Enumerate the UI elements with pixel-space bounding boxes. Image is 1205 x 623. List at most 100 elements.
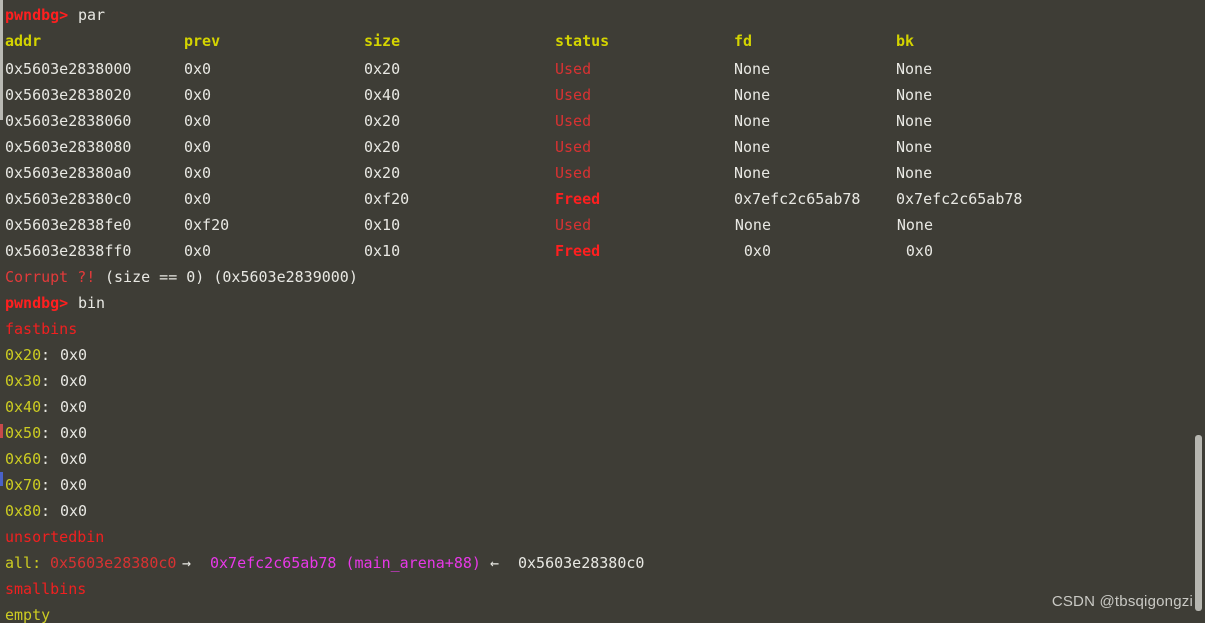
fastbin-value: 0x0 — [60, 424, 88, 442]
fastbin-value: 0x0 — [60, 372, 88, 390]
scrollbar-vertical-track[interactable] — [1193, 0, 1205, 623]
cell-status: Used — [555, 164, 592, 182]
fastbin-value: 0x0 — [60, 502, 88, 520]
cell-size: 0x20 — [364, 164, 401, 182]
column-header-bk: bk — [896, 32, 915, 50]
edge-marker-b — [0, 472, 3, 486]
fastbins-heading-line: fastbins — [0, 316, 1205, 342]
command-text-par: par — [78, 6, 106, 24]
terminal-window[interactable]: pwndbg> par addr prev size status fd bk … — [0, 0, 1205, 623]
smallbins-label: smallbins — [5, 580, 87, 598]
arrow-forward-icon: → — [182, 554, 192, 572]
cell-addr: 0x5603e2838080 — [5, 138, 132, 156]
fastbin-separator: : — [41, 424, 51, 442]
cell-prev: 0x0 — [184, 86, 212, 104]
fastbin-separator: : — [41, 346, 51, 364]
fastbin-size-label: 0x20 — [5, 346, 42, 364]
cell-size: 0x20 — [364, 60, 401, 78]
cell-bk: None — [896, 138, 933, 156]
corrupt-detail: (size == 0) (0x5603e2839000) — [105, 268, 358, 286]
fastbin-row: 0x20:0x0 — [0, 342, 1205, 368]
scrollbar-vertical-thumb[interactable] — [1195, 435, 1202, 611]
watermark-text: CSDN @tbsqigongzi — [1051, 593, 1193, 610]
corrupt-label: Corrupt ?! — [5, 268, 96, 286]
unsortedbin-arena-address: 0x7efc2c65ab78 (main_arena+88) — [210, 554, 481, 572]
fastbin-size-label: 0x30 — [5, 372, 42, 390]
fastbin-row: 0x70:0x0 — [0, 472, 1205, 498]
cell-fd: None — [734, 60, 771, 78]
fastbin-separator: : — [41, 476, 51, 494]
unsortedbin-key: all: — [5, 554, 42, 572]
fastbin-row: 0x60:0x0 — [0, 446, 1205, 472]
fastbin-value: 0x0 — [60, 398, 88, 416]
fastbin-size-label: 0x80 — [5, 502, 42, 520]
column-header-addr: addr — [5, 32, 42, 50]
scrollbar-left-thumb[interactable] — [0, 0, 3, 120]
command-text-bin: bin — [78, 294, 106, 312]
table-row: 0x5603e2838fe0 0xf20 0x10 Used None None — [0, 212, 1205, 238]
cell-fd: None — [734, 86, 771, 104]
fastbin-value: 0x0 — [60, 346, 88, 364]
prompt-symbol: pwndbg> — [5, 6, 69, 24]
fastbin-size-label: 0x50 — [5, 424, 42, 442]
unsortedbin-entry-line: all: 0x5603e28380c0 → 0x7efc2c65ab78 (ma… — [0, 550, 1205, 576]
cell-addr: 0x5603e2838020 — [5, 86, 132, 104]
cell-fd: None — [734, 138, 771, 156]
fastbin-separator: : — [41, 450, 51, 468]
cell-bk: None — [896, 112, 933, 130]
column-header-status: status — [555, 32, 610, 50]
fastbin-row: 0x30:0x0 — [0, 368, 1205, 394]
cell-prev: 0x0 — [184, 190, 212, 208]
table-row: 0x5603e28380c0 0x0 0xf20 Freed 0x7efc2c65ab7… — [0, 186, 1205, 212]
arrow-back-icon: ← — [490, 554, 500, 572]
cell-size: 0x20 — [364, 138, 401, 156]
cell-status: Used — [555, 86, 592, 104]
fastbins-label: fastbins — [5, 320, 78, 338]
cell-size: 0x20 — [364, 112, 401, 130]
fastbin-size-label: 0x60 — [5, 450, 42, 468]
fastbin-value: 0x0 — [60, 450, 88, 468]
fastbin-value: 0x0 — [60, 476, 88, 494]
cell-bk: 0x0 — [905, 242, 933, 260]
edge-marker-a — [0, 424, 3, 438]
terminal-line-prompt-bin: pwndbg> bin — [0, 290, 1205, 316]
smallbins-heading-line: smallbins — [0, 576, 1205, 602]
cell-fd: None — [734, 164, 771, 182]
cell-status: Used — [555, 138, 592, 156]
cell-size: 0x40 — [364, 86, 401, 104]
column-header-size: size — [364, 32, 401, 50]
cell-prev: 0x0 — [184, 138, 212, 156]
heap-table-header-row: addr prev size status fd bk — [0, 28, 1205, 54]
table-row: 0x5603e28380a0 0x0 0x20 Used None None — [0, 160, 1205, 186]
unsortedbin-back-address: 0x5603e28380c0 — [518, 554, 645, 572]
unsortedbin-heading-line: unsortedbin — [0, 524, 1205, 550]
cell-bk: None — [896, 86, 933, 104]
cell-size: 0xf20 — [364, 190, 410, 208]
cell-fd: None — [734, 112, 771, 130]
fastbin-separator: : — [41, 372, 51, 390]
cell-addr: 0x5603e28380a0 — [5, 164, 132, 182]
prompt-symbol-2: pwndbg> — [5, 294, 69, 312]
table-row: 0x5603e2838060 0x0 0x20 Used None None — [0, 108, 1205, 134]
cell-prev: 0x0 — [184, 112, 212, 130]
table-row: 0x5603e2838080 0x0 0x20 Used None None — [0, 134, 1205, 160]
cell-prev: 0x0 — [184, 164, 212, 182]
cell-status: Freed — [555, 190, 601, 208]
cell-fd: 0x7efc2c65ab78 — [734, 190, 861, 208]
unsortedbin-chunk-address: 0x5603e28380c0 — [50, 554, 177, 572]
cell-addr: 0x5603e2838060 — [5, 112, 132, 130]
table-row: 0x5603e2838ff0 0x0 0x10 Freed 0x0 0x0 — [0, 238, 1205, 264]
corrupt-warning-line: Corrupt ?! (size == 0) (0x5603e2839000) — [0, 264, 1205, 290]
fastbin-row: 0x80:0x0 — [0, 498, 1205, 524]
table-row: 0x5603e2838020 0x0 0x40 Used None None — [0, 82, 1205, 108]
cell-addr: 0x5603e28380c0 — [5, 190, 132, 208]
cell-status: Used — [555, 60, 592, 78]
cell-bk: None — [896, 216, 933, 234]
unsortedbin-label: unsortedbin — [5, 528, 105, 546]
terminal-line-prompt-par: pwndbg> par — [0, 2, 1205, 28]
cell-addr: 0x5603e2838000 — [5, 60, 132, 78]
cell-bk: None — [896, 60, 933, 78]
smallbins-status: empty — [5, 606, 51, 623]
cell-status: Used — [555, 112, 592, 130]
cell-prev: 0x0 — [184, 60, 212, 78]
